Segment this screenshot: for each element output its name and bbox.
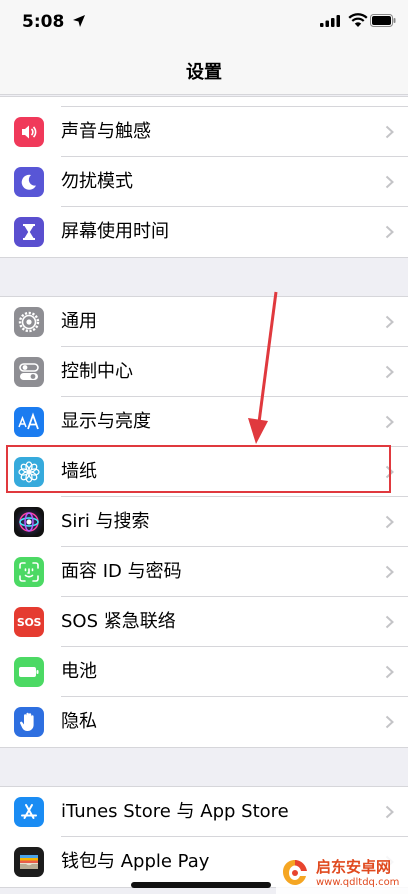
chevron-right-icon bbox=[385, 175, 394, 189]
settings-row-label: 屏幕使用时间 bbox=[61, 221, 169, 242]
watermark-logo-icon bbox=[283, 860, 307, 885]
location-arrow-icon bbox=[73, 15, 85, 27]
settings-section-1: 声音与触感 勿扰模式 屏幕使用时间 bbox=[0, 96, 408, 258]
settings-row-emergency-sos[interactable]: SOS SOS 紧急联络 bbox=[0, 597, 408, 647]
chevron-right-icon bbox=[385, 565, 394, 579]
settings-row-screen-time[interactable]: 屏幕使用时间 bbox=[0, 207, 408, 257]
settings-row-sounds[interactable]: 声音与触感 bbox=[0, 107, 408, 157]
gear-icon bbox=[14, 307, 44, 337]
settings-row-general[interactable]: 通用 bbox=[0, 297, 408, 347]
settings-row-label: 显示与亮度 bbox=[61, 411, 151, 432]
watermark: 启东安卓网 www.qdltdq.com bbox=[276, 852, 408, 894]
text-size-icon bbox=[14, 407, 44, 437]
sos-icon: SOS bbox=[14, 607, 44, 637]
settings-row-itunes-app-store[interactable]: iTunes Store 与 App Store bbox=[0, 787, 408, 837]
annotation-arrow bbox=[248, 291, 278, 444]
hand-icon bbox=[14, 707, 44, 737]
settings-row-battery[interactable]: 电池 bbox=[0, 647, 408, 697]
settings-row-label: 声音与触感 bbox=[61, 121, 151, 142]
moon-icon bbox=[14, 167, 44, 197]
siri-icon bbox=[14, 507, 44, 537]
settings-row-siri-search[interactable]: Siri 与搜索 bbox=[0, 497, 408, 547]
status-time: 5:08 bbox=[22, 12, 65, 32]
chevron-right-icon bbox=[385, 125, 394, 139]
settings-row-privacy[interactable]: 隐私 bbox=[0, 697, 408, 747]
settings-row-partial bbox=[0, 97, 408, 107]
chevron-right-icon bbox=[385, 715, 394, 729]
chevron-right-icon bbox=[385, 365, 394, 379]
chevron-right-icon bbox=[385, 665, 394, 679]
highlight-box bbox=[6, 445, 391, 493]
settings-row-display-brightness[interactable]: 显示与亮度 bbox=[0, 397, 408, 447]
chevron-right-icon bbox=[385, 225, 394, 239]
speaker-icon bbox=[14, 117, 44, 147]
settings-row-face-id[interactable]: 面容 ID 与密码 bbox=[0, 547, 408, 597]
battery-icon bbox=[14, 657, 44, 687]
wifi-icon bbox=[348, 13, 368, 27]
face-id-icon bbox=[14, 557, 44, 587]
settings-row-label: 隐私 bbox=[61, 711, 97, 732]
sos-icon-text: SOS bbox=[16, 615, 42, 629]
home-indicator bbox=[131, 882, 271, 888]
navigation-bar: 设置 bbox=[0, 44, 408, 95]
settings-row-label: 电池 bbox=[61, 661, 97, 682]
settings-row-do-not-disturb[interactable]: 勿扰模式 bbox=[0, 157, 408, 207]
settings-row-label: 面容 ID 与密码 bbox=[61, 561, 182, 582]
settings-row-control-center[interactable]: 控制中心 bbox=[0, 347, 408, 397]
wallet-icon bbox=[14, 847, 44, 877]
watermark-url: www.qdltdq.com bbox=[316, 877, 400, 888]
chevron-right-icon bbox=[385, 615, 394, 629]
hourglass-icon bbox=[14, 217, 44, 247]
chevron-right-icon bbox=[385, 415, 394, 429]
watermark-title: 启东安卓网 bbox=[316, 858, 392, 876]
settings-row-label: 钱包与 Apple Pay bbox=[61, 851, 210, 872]
settings-row-label: iTunes Store 与 App Store bbox=[61, 801, 289, 822]
cellular-signal-icon bbox=[320, 15, 340, 27]
settings-section-2: 通用 控制中心 显示与亮度 墙纸 Siri 与搜索 面容 ID 与密码 SOS … bbox=[0, 296, 408, 748]
chevron-right-icon bbox=[385, 515, 394, 529]
settings-row-label: SOS 紧急联络 bbox=[61, 611, 176, 632]
toggles-icon bbox=[14, 357, 44, 387]
app-store-icon bbox=[14, 797, 44, 827]
page-title: 设置 bbox=[186, 62, 222, 83]
settings-row-label: 控制中心 bbox=[61, 361, 133, 382]
status-bar: 5:08 bbox=[0, 0, 408, 44]
chevron-right-icon bbox=[385, 315, 394, 329]
chevron-right-icon bbox=[385, 805, 394, 819]
settings-row-label: Siri 与搜索 bbox=[61, 511, 150, 532]
settings-row-label: 通用 bbox=[61, 311, 97, 332]
battery-status-icon bbox=[370, 14, 396, 27]
settings-row-label: 勿扰模式 bbox=[61, 171, 133, 192]
